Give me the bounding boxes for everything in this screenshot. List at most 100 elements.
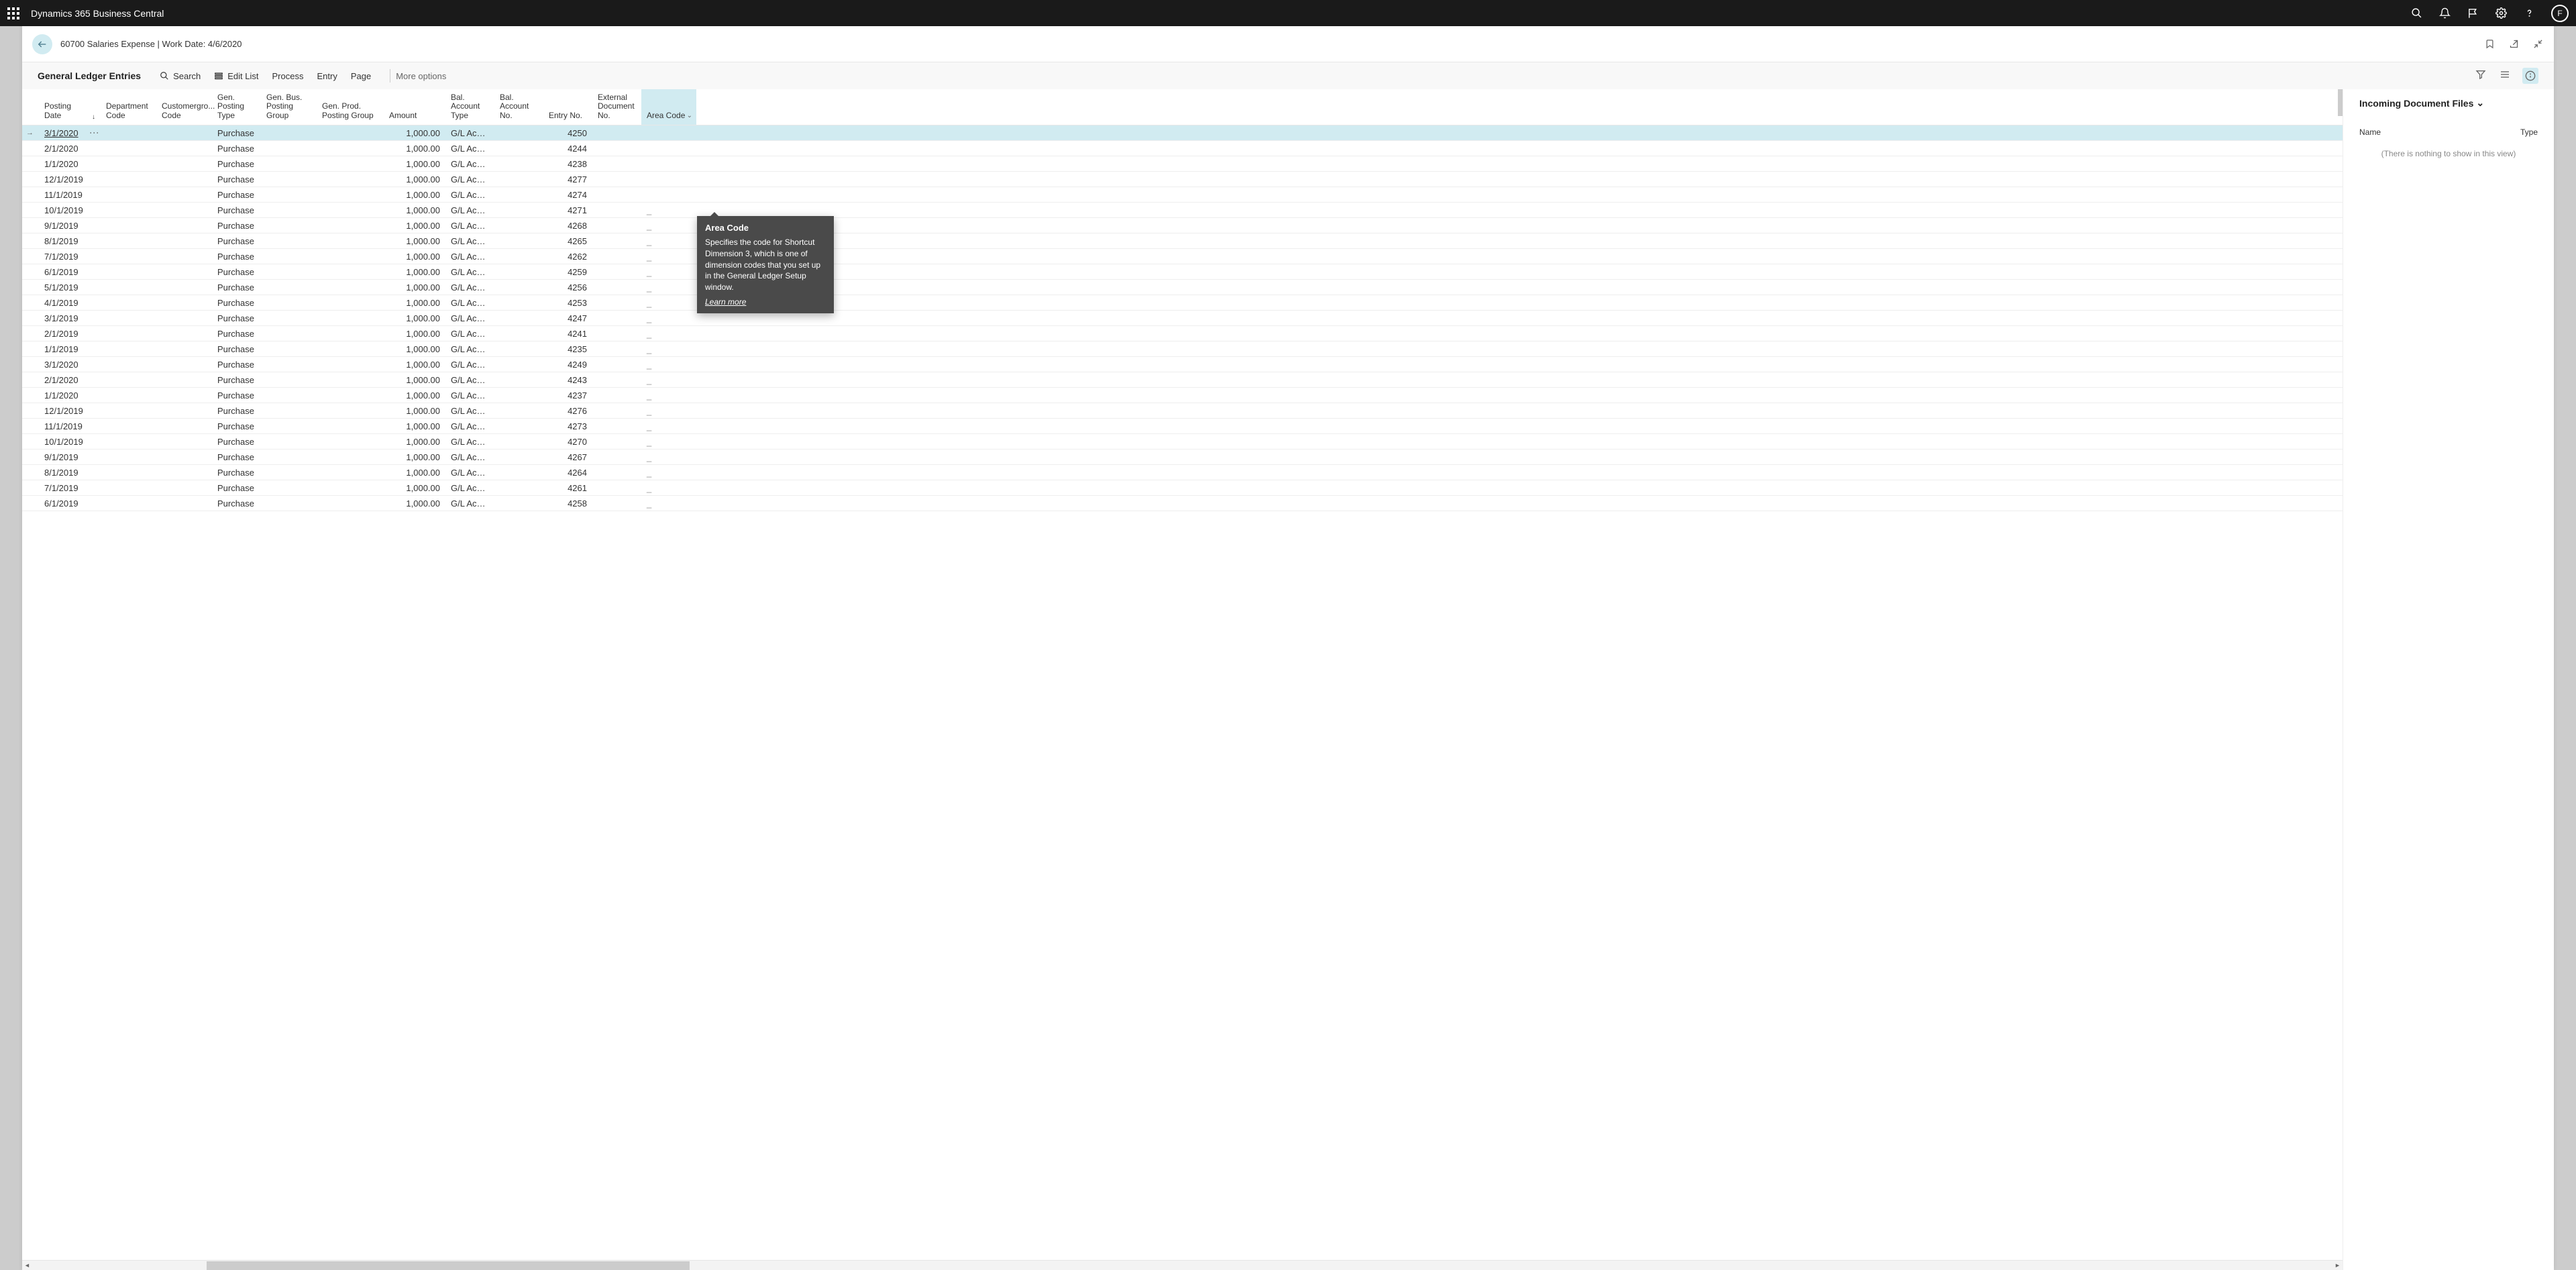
app-launcher-icon[interactable] [7,7,19,19]
table-row[interactable]: 9/1/2019Purchase1,000.00G/L Account4267_ [22,449,2343,465]
cell-posting-date[interactable]: 2/1/2020 [39,375,101,385]
cell-posting-date[interactable]: 2/1/2020 [39,144,101,154]
cell-posting-date[interactable]: 4/1/2019 [39,298,101,308]
factbox-title[interactable]: Incoming Document Files⌄ [2359,97,2538,109]
flag-icon[interactable] [2467,7,2479,19]
col-gen-bus-posting-group[interactable]: Gen. Bus. Posting Group [261,89,317,125]
cell-area-code[interactable]: _ [641,252,696,262]
cell-posting-date[interactable]: 9/1/2019 [39,452,101,462]
cell-posting-date[interactable]: 12/1/2019 [39,174,101,184]
factbox-col-name[interactable]: Name [2359,127,2381,137]
bell-icon[interactable] [2438,7,2451,19]
cell-posting-date[interactable]: 10/1/2019 [39,205,101,215]
cell-posting-date[interactable]: 6/1/2019 [39,267,101,277]
table-row[interactable]: 9/1/2019Purchase1,000.00G/L Account4268_ [22,218,2343,233]
page-menu[interactable]: Page [351,71,371,81]
col-amount[interactable]: Amount [384,89,445,125]
cell-area-code[interactable]: _ [641,437,696,447]
cell-posting-date[interactable]: 2/1/2019 [39,329,101,339]
col-customergroup-code[interactable]: Customergro... Code [156,89,212,125]
gear-icon[interactable] [2495,7,2507,19]
cell-area-code[interactable]: _ [641,344,696,354]
cell-area-code[interactable]: _ [641,282,696,293]
cell-posting-date[interactable]: 7/1/2019 [39,252,101,262]
cell-posting-date[interactable]: 1/1/2020 [39,159,101,169]
filter-icon[interactable] [2474,68,2487,81]
cell-area-code[interactable]: _ [641,483,696,493]
table-row[interactable]: 5/1/2019Purchase1,000.00G/L Account4256_ [22,280,2343,295]
table-row[interactable]: 6/1/2019Purchase1,000.00G/L Account4258_ [22,496,2343,511]
scroll-left-icon[interactable]: ◄ [22,1262,32,1269]
tooltip-learn-more-link[interactable]: Learn more [705,297,826,307]
col-area-code[interactable]: Area Code⌄ [641,89,696,125]
cell-area-code[interactable]: _ [641,406,696,416]
cell-posting-date[interactable]: 11/1/2019 [39,421,101,431]
col-bal-account-type[interactable]: Bal. Account Type [445,89,494,125]
cell-area-code[interactable]: _ [641,205,696,215]
col-department-code[interactable]: Department Code [101,89,156,125]
table-row[interactable]: 11/1/2019Purchase1,000.00G/L Account4273… [22,419,2343,434]
factbox-col-type[interactable]: Type [2520,127,2538,137]
cell-posting-date[interactable]: 12/1/2019 [39,406,101,416]
scrollbar-horizontal[interactable]: ◄ ► [22,1260,2343,1270]
cell-area-code[interactable]: _ [641,313,696,323]
table-row[interactable]: 10/1/2019Purchase1,000.00G/L Account4271… [22,203,2343,218]
cell-posting-date[interactable]: 10/1/2019 [39,437,101,447]
back-button[interactable] [32,34,52,54]
table-row[interactable]: 12/1/2019Purchase1,000.00G/L Account4276… [22,403,2343,419]
bookmark-icon[interactable] [2483,38,2496,50]
col-gen-posting-type[interactable]: Gen. Posting Type [212,89,261,125]
cell-posting-date[interactable]: 1/1/2019 [39,344,101,354]
table-row[interactable]: →⋮3/1/2020Purchase1,000.00G/L Account425… [22,125,2343,141]
cell-posting-date[interactable]: 3/1/2019 [39,313,101,323]
table-row[interactable]: 3/1/2019Purchase1,000.00G/L Account4247_ [22,311,2343,326]
col-bal-account-no[interactable]: Bal. Account No. [494,89,543,125]
table-row[interactable]: 7/1/2019Purchase1,000.00G/L Account4261_ [22,480,2343,496]
share-icon[interactable] [2508,38,2520,50]
table-row[interactable]: 7/1/2019Purchase1,000.00G/L Account4262_ [22,249,2343,264]
col-gen-prod-posting-group[interactable]: Gen. Prod. Posting Group [317,89,384,125]
table-row[interactable]: 1/1/2020Purchase1,000.00G/L Account4238 [22,156,2343,172]
table-row[interactable]: 1/1/2019Purchase1,000.00G/L Account4235_ [22,341,2343,357]
cell-posting-date[interactable]: 8/1/2019 [39,468,101,478]
cell-area-code[interactable]: _ [641,421,696,431]
cell-posting-date[interactable]: 1/1/2020 [39,390,101,401]
table-row[interactable]: 3/1/2020Purchase1,000.00G/L Account4249_ [22,357,2343,372]
chevron-down-icon[interactable]: ⌄ [687,112,692,120]
factbox-icon[interactable] [2498,68,2512,81]
cell-area-code[interactable]: _ [641,236,696,246]
cell-posting-date[interactable]: 7/1/2019 [39,483,101,493]
col-posting-date[interactable]: Posting Date↓ [39,89,101,125]
table-row[interactable]: 8/1/2019Purchase1,000.00G/L Account4265_ [22,233,2343,249]
table-row[interactable]: 12/1/2019Purchase1,000.00G/L Account4277 [22,172,2343,187]
row-menu-icon[interactable]: ⋮ [89,128,100,138]
grid-body[interactable]: →⋮3/1/2020Purchase1,000.00G/L Account425… [22,125,2343,1260]
cell-posting-date[interactable]: 11/1/2019 [39,190,101,200]
cell-posting-date[interactable]: 5/1/2019 [39,282,101,293]
search-icon[interactable] [2410,7,2422,19]
cell-area-code[interactable]: _ [641,468,696,478]
table-row[interactable]: 11/1/2019Purchase1,000.00G/L Account4274 [22,187,2343,203]
cell-area-code[interactable]: _ [641,221,696,231]
entry-menu[interactable]: Entry [317,71,337,81]
col-entry-no[interactable]: Entry No. [543,89,592,125]
cell-posting-date[interactable]: 8/1/2019 [39,236,101,246]
help-icon[interactable] [2523,7,2535,19]
scroll-right-icon[interactable]: ► [2332,1262,2343,1269]
cell-area-code[interactable]: _ [641,375,696,385]
cell-posting-date[interactable]: 6/1/2019 [39,498,101,509]
collapse-icon[interactable] [2532,38,2544,50]
cell-area-code[interactable]: _ [641,329,696,339]
avatar[interactable]: F [2551,5,2569,22]
table-row[interactable]: 6/1/2019Purchase1,000.00G/L Account4259_ [22,264,2343,280]
table-row[interactable]: 2/1/2019Purchase1,000.00G/L Account4241_ [22,326,2343,341]
cell-area-code[interactable]: _ [641,498,696,509]
cell-area-code[interactable]: _ [641,390,696,401]
edit-list-button[interactable]: Edit List [214,71,258,81]
table-row[interactable]: 2/1/2020Purchase1,000.00G/L Account4243_ [22,372,2343,388]
scrollbar-horizontal-thumb[interactable] [207,1261,690,1270]
table-row[interactable]: 4/1/2019Purchase1,000.00G/L Account4253_ [22,295,2343,311]
col-external-document-no[interactable]: External Document No. [592,89,641,125]
cell-area-code[interactable]: _ [641,298,696,308]
search-button[interactable]: Search [160,71,201,81]
